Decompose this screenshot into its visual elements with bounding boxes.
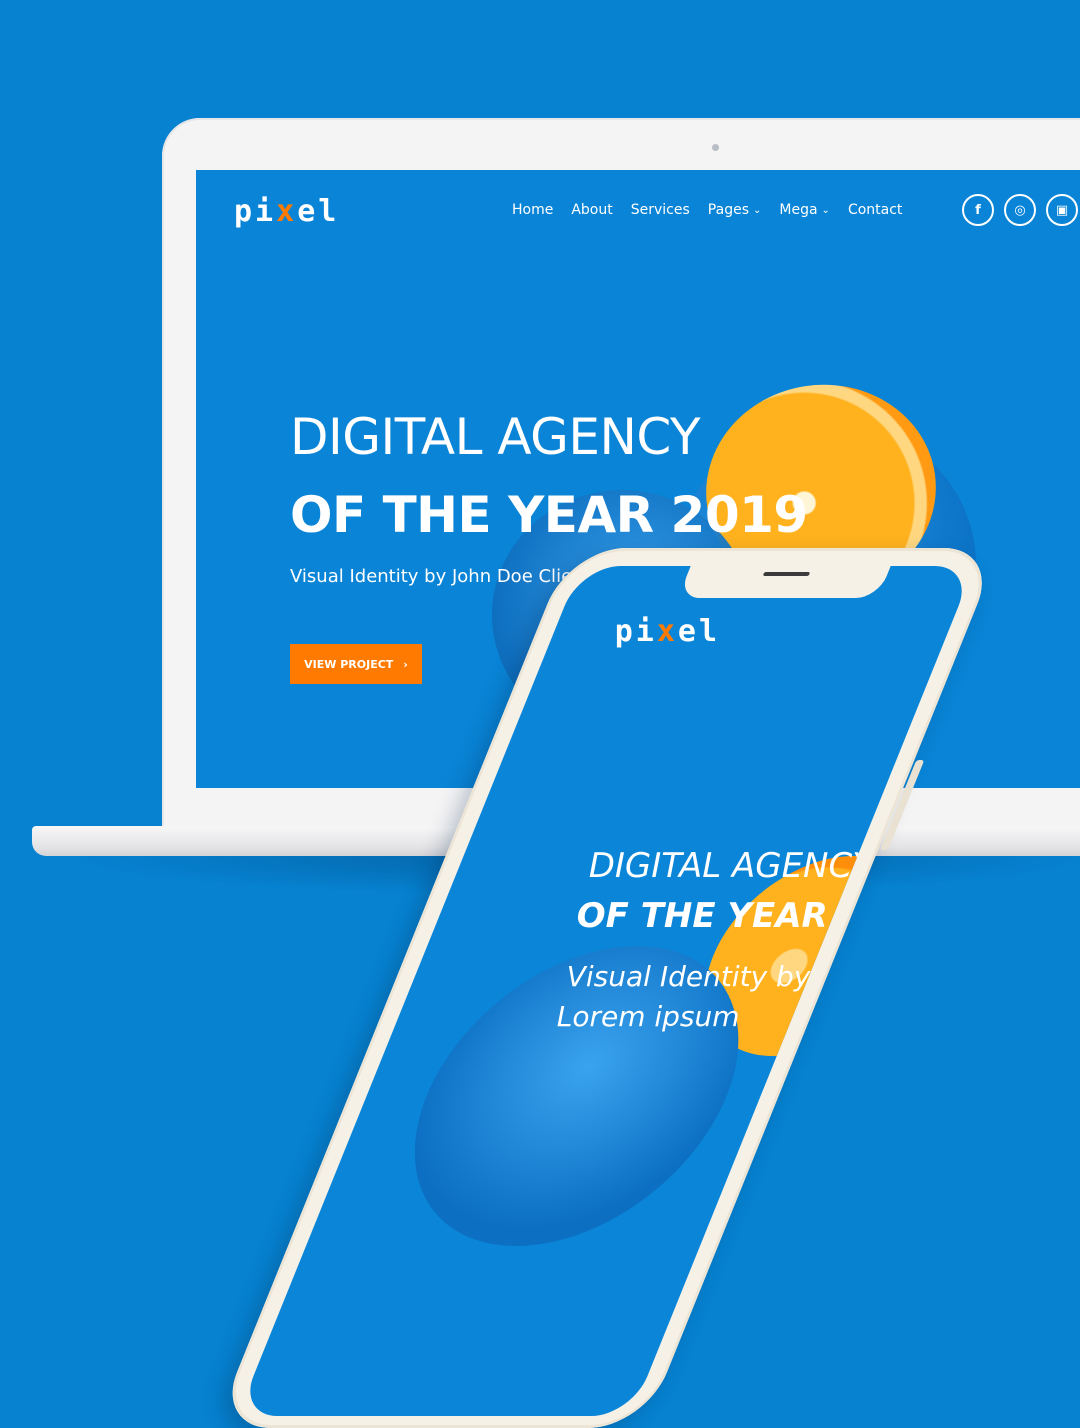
site-logo[interactable]: pixel [615, 614, 720, 649]
facebook-icon[interactable]: f [962, 194, 994, 226]
phone-speaker [762, 572, 811, 576]
main-nav: Home About Services Pages ⌄ Mega ⌄ Contact [512, 202, 920, 218]
chevron-down-icon: ⌄ [821, 204, 830, 216]
chevron-right-icon: › [403, 657, 408, 671]
flickr-icon[interactable]: ▣ [1046, 194, 1078, 226]
chevron-down-icon: ⌄ [752, 204, 762, 216]
nav-contact[interactable]: Contact [848, 202, 902, 218]
view-project-button[interactable]: VIEW PROJECT › [290, 644, 422, 684]
dribbble-icon[interactable]: ◎ [1004, 194, 1036, 226]
site-logo[interactable]: pixel [234, 194, 339, 229]
phone-hero-subtitle-line2: Lorem ipsum [556, 1000, 740, 1033]
phone-notch [677, 566, 892, 598]
view-project-label: VIEW PROJECT [304, 657, 394, 671]
hero-title-line2: OF THE YEAR 2019 [290, 486, 808, 544]
phone-hero-title-line1: DIGITAL AGENCY [588, 846, 874, 886]
nav-services[interactable]: Services [631, 202, 690, 218]
nav-about[interactable]: About [571, 202, 612, 218]
phone-hero-title-line2: OF THE YEAR 2019 [576, 896, 935, 936]
nav-mega[interactable]: Mega ⌄ [779, 202, 830, 218]
phone-content: pixel DIGITAL AGENCY OF THE YEAR 2019 Vi… [557, 566, 975, 1416]
laptop-camera [712, 144, 719, 151]
hero-title-line1: DIGITAL AGENCY [290, 408, 701, 466]
nav-home[interactable]: Home [512, 202, 553, 218]
social-links: f ◎ ▣ [962, 194, 1078, 226]
phone-hero-subtitle-line1: Visual Identity by John D [566, 960, 911, 993]
nav-pages[interactable]: Pages ⌄ [708, 202, 762, 218]
